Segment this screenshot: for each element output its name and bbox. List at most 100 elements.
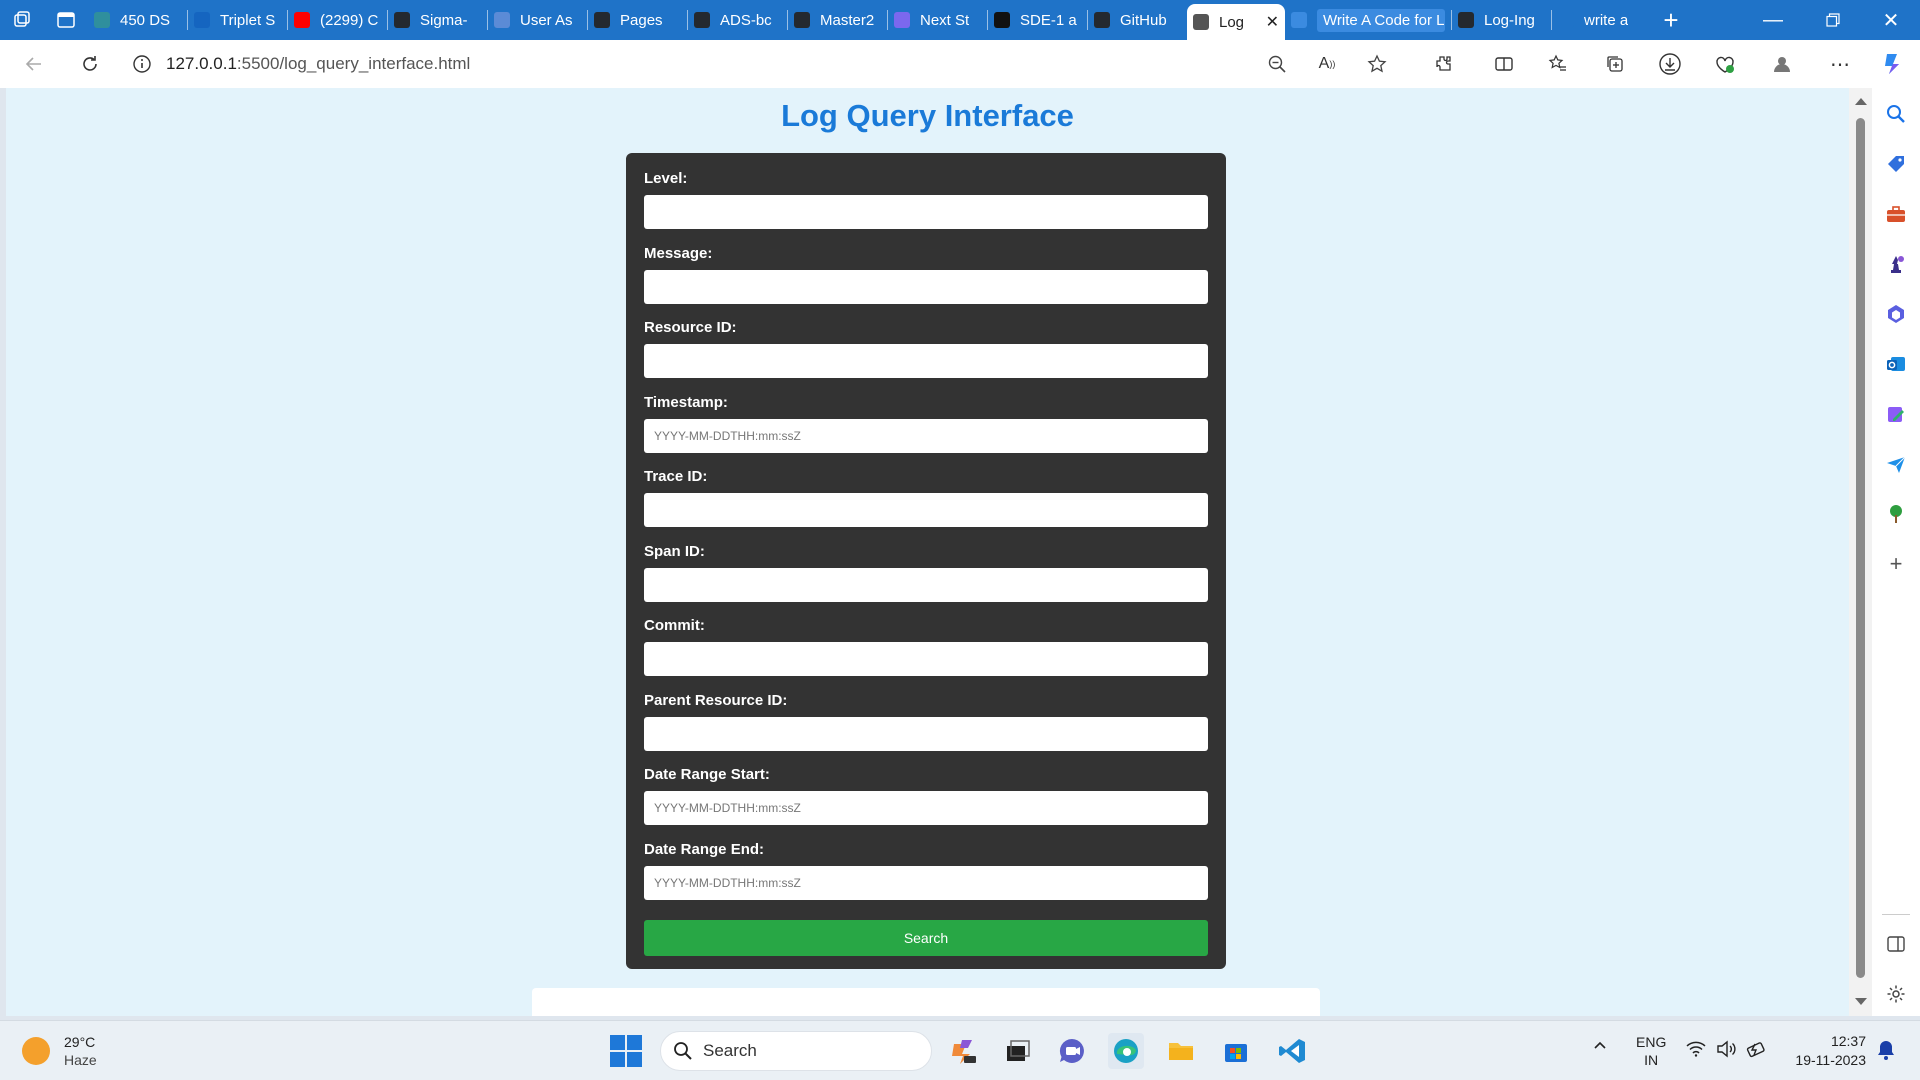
restore-button[interactable] xyxy=(1804,0,1862,40)
browser-tab[interactable]: write a xyxy=(1552,4,1651,36)
wifi-icon[interactable] xyxy=(1686,1041,1706,1060)
field-input[interactable] xyxy=(644,567,1208,602)
back-button[interactable] xyxy=(12,44,56,84)
tab-label: Sigma- xyxy=(420,11,468,29)
refresh-button[interactable] xyxy=(68,44,112,84)
browser-tab[interactable]: Pages xyxy=(588,4,687,36)
read-aloud-icon[interactable]: A)) xyxy=(1307,44,1347,84)
edge-app-icon[interactable] xyxy=(1108,1033,1144,1069)
scrollbar-thumb[interactable] xyxy=(1856,118,1865,978)
tab-label: 450 DS xyxy=(120,11,171,29)
scroll-down-arrow-icon[interactable] xyxy=(1855,998,1867,1005)
extensions-icon[interactable] xyxy=(1424,44,1464,84)
browser-tab[interactable]: Master2 xyxy=(788,4,887,36)
favorite-star-icon[interactable] xyxy=(1357,44,1397,84)
settings-more-icon[interactable]: ⋯ xyxy=(1820,44,1860,84)
file-explorer-app-icon[interactable] xyxy=(1163,1033,1199,1069)
page-scrollbar[interactable] xyxy=(1849,88,1872,1016)
url-text[interactable]: 127.0.0.1:5500/log_query_interface.html xyxy=(166,54,470,74)
split-screen-icon[interactable] xyxy=(1484,44,1524,84)
weather-haze-icon xyxy=(22,1037,50,1065)
browser-tab[interactable]: Sigma- xyxy=(388,4,487,36)
profile-icon[interactable] xyxy=(1762,44,1802,84)
new-tab-button[interactable]: + xyxy=(1651,0,1691,40)
field-input[interactable] xyxy=(644,642,1208,676)
favorites-icon[interactable] xyxy=(1538,44,1578,84)
field-input[interactable] xyxy=(644,716,1208,751)
field-label: Level: xyxy=(644,170,688,187)
field-input[interactable] xyxy=(644,791,1208,825)
tab-label: Pages xyxy=(620,11,663,29)
minimize-button[interactable]: — xyxy=(1744,0,1802,40)
vscode-app-icon[interactable] xyxy=(1274,1033,1310,1069)
add-sidebar-app-icon[interactable]: + xyxy=(1884,551,1908,576)
weather-condition: Haze xyxy=(64,1052,97,1068)
close-tab-icon[interactable]: ✕ xyxy=(1266,12,1279,32)
taskbar-search-box[interactable]: Search xyxy=(660,1031,932,1071)
tree-icon[interactable] xyxy=(1884,502,1908,526)
browser-tab[interactable]: ADS-bc xyxy=(688,4,787,36)
games-chess-icon[interactable] xyxy=(1884,252,1908,276)
copilot-preview-app-icon[interactable] xyxy=(945,1033,981,1069)
tab-actions-icon[interactable] xyxy=(44,0,88,40)
clock[interactable]: 12:37 19-11-2023 xyxy=(1786,1032,1866,1070)
field-input[interactable] xyxy=(644,493,1208,527)
url-host: 127.0.0.1 xyxy=(166,54,237,73)
browser-tab[interactable]: User As xyxy=(488,4,587,36)
tools-briefcase-icon[interactable] xyxy=(1884,202,1908,226)
browser-tab[interactable]: 450 DS xyxy=(88,4,187,36)
scroll-up-arrow-icon[interactable] xyxy=(1855,98,1867,105)
browser-tab[interactable]: Write A Code for Log xyxy=(1285,4,1451,36)
notes-edit-icon[interactable] xyxy=(1884,402,1908,426)
form-field: Commit: xyxy=(644,617,1208,692)
browser-tab[interactable]: Triplet S xyxy=(188,4,287,36)
field-label: Resource ID: xyxy=(644,319,737,336)
sidebar-settings-gear-icon[interactable] xyxy=(1884,982,1908,1006)
browser-tab[interactable]: Log-Ing xyxy=(1452,4,1551,36)
tab-favicon-icon xyxy=(194,12,210,28)
browser-tab[interactable]: (2299) C xyxy=(288,4,387,36)
task-view-app-icon[interactable] xyxy=(1000,1033,1036,1069)
copilot-icon[interactable] xyxy=(1872,44,1912,84)
hide-sidebar-icon[interactable] xyxy=(1884,932,1908,956)
form-field: Resource ID: xyxy=(644,319,1208,394)
field-input[interactable] xyxy=(644,865,1208,900)
site-info-icon[interactable] xyxy=(124,54,160,74)
workspaces-icon[interactable] xyxy=(0,0,44,40)
browser-tab[interactable]: SDE-1 a xyxy=(988,4,1087,36)
tab-favicon-icon xyxy=(94,12,110,28)
start-button[interactable] xyxy=(610,1035,642,1067)
tab-favicon-icon xyxy=(994,12,1010,28)
form-field: Trace ID: xyxy=(644,468,1208,543)
field-input[interactable] xyxy=(644,344,1208,378)
tab-favicon-icon xyxy=(1193,14,1209,30)
battery-charging-icon[interactable] xyxy=(1746,1040,1768,1061)
search-button[interactable]: Search xyxy=(644,920,1208,956)
field-input[interactable] xyxy=(644,195,1208,229)
notifications-bell-icon[interactable] xyxy=(1876,1039,1896,1064)
outlook-icon[interactable] xyxy=(1884,352,1908,376)
url-field[interactable]: 127.0.0.1:5500/log_query_interface.html … xyxy=(124,44,1408,84)
shopping-tag-icon[interactable] xyxy=(1884,152,1908,176)
close-window-button[interactable]: ✕ xyxy=(1862,0,1920,40)
microsoft365-icon[interactable] xyxy=(1884,302,1908,326)
language-indicator[interactable]: ENG IN xyxy=(1636,1033,1666,1069)
field-input[interactable] xyxy=(644,269,1208,304)
weather-widget[interactable]: 29°C Haze xyxy=(22,1033,97,1069)
downloads-icon[interactable] xyxy=(1650,44,1690,84)
zoom-icon[interactable] xyxy=(1257,44,1297,84)
show-hidden-icons-chevron-icon[interactable] xyxy=(1592,1037,1608,1056)
teams-chat-app-icon[interactable] xyxy=(1054,1033,1090,1069)
search-sidebar-icon[interactable] xyxy=(1884,102,1908,126)
browser-essentials-icon[interactable] xyxy=(1705,44,1745,84)
microsoft-store-app-icon[interactable] xyxy=(1218,1033,1254,1069)
taskbar-search-label: Search xyxy=(703,1041,757,1060)
collections-icon[interactable] xyxy=(1595,44,1635,84)
browser-tab[interactable]: GitHub xyxy=(1088,4,1187,36)
volume-icon[interactable] xyxy=(1716,1040,1736,1061)
browser-tab[interactable]: Log ✕ xyxy=(1187,4,1285,40)
field-input[interactable] xyxy=(644,418,1208,453)
browser-tab[interactable]: Next St xyxy=(888,4,987,36)
tab-label: Master2 xyxy=(820,11,875,29)
send-paper-plane-icon[interactable] xyxy=(1884,452,1908,476)
